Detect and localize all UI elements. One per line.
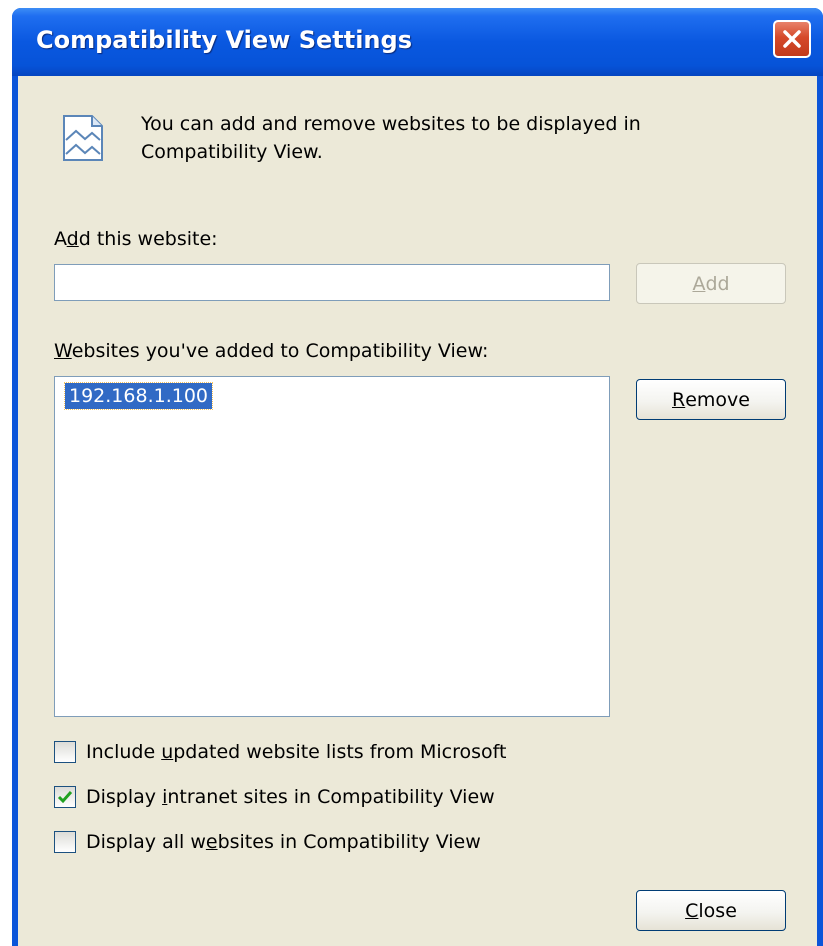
label-part: Display xyxy=(86,786,163,808)
websites-listbox[interactable]: 192.168.1.100 xyxy=(54,376,610,717)
add-button[interactable]: Add xyxy=(636,263,786,304)
button-label-part: dd xyxy=(705,272,730,295)
label-part: bsites in Compatibility View xyxy=(217,831,481,853)
dialog-body: You can add and remove websites to be di… xyxy=(18,76,817,946)
display-intranet-checkbox[interactable] xyxy=(54,786,76,808)
remove-button[interactable]: Remove xyxy=(636,379,786,420)
accelerator-key: A xyxy=(692,272,706,295)
option-include-updated-lists[interactable]: Include updated website lists from Micro… xyxy=(54,738,506,766)
description-text: You can add and remove websites to be di… xyxy=(141,113,641,163)
option-display-intranet-sites[interactable]: Display intranet sites in Compatibility … xyxy=(54,783,495,811)
dialog-window: Compatibility View Settings You can add … xyxy=(12,8,823,946)
label-part: Display all w xyxy=(86,831,206,853)
checkmark-icon xyxy=(57,791,73,804)
title-bar[interactable]: Compatibility View Settings xyxy=(12,8,823,76)
window-title: Compatibility View Settings xyxy=(36,26,412,54)
close-button[interactable]: Close xyxy=(636,890,786,931)
accelerator-key: R xyxy=(672,388,686,411)
include-updated-lists-checkbox[interactable] xyxy=(54,741,76,763)
option-display-all-websites[interactable]: Display all websites in Compatibility Vi… xyxy=(54,828,481,856)
accelerator-key: u xyxy=(161,741,174,763)
label-part: pdated website lists from Microsoft xyxy=(173,741,507,763)
option-label: Include updated website lists from Micro… xyxy=(86,741,506,763)
accelerator-key: e xyxy=(205,831,218,853)
webpage-compat-icon xyxy=(63,115,103,161)
accelerator-key: d xyxy=(66,228,79,250)
label-part: ntranet sites in Compatibility View xyxy=(167,786,495,808)
display-all-websites-checkbox[interactable] xyxy=(54,831,76,853)
add-website-input[interactable] xyxy=(54,264,610,301)
title-close-button[interactable] xyxy=(773,20,811,58)
close-icon xyxy=(783,30,801,48)
label-part: ebsites you've added to Compatibility Vi… xyxy=(71,340,489,362)
accelerator-key: W xyxy=(54,340,72,362)
label-part: A xyxy=(54,228,67,250)
option-label: Display all websites in Compatibility Vi… xyxy=(86,831,481,853)
added-websites-label: Websites you've added to Compatibility V… xyxy=(54,340,488,362)
button-label-part: emove xyxy=(685,388,750,411)
option-label: Display intranet sites in Compatibility … xyxy=(86,786,495,808)
button-label-part: lose xyxy=(698,899,737,922)
label-part: d this website: xyxy=(78,228,218,250)
list-item[interactable]: 192.168.1.100 xyxy=(63,382,214,410)
label-part: Include xyxy=(86,741,162,763)
add-website-label: Add this website: xyxy=(54,228,218,250)
accelerator-key: C xyxy=(685,899,699,922)
